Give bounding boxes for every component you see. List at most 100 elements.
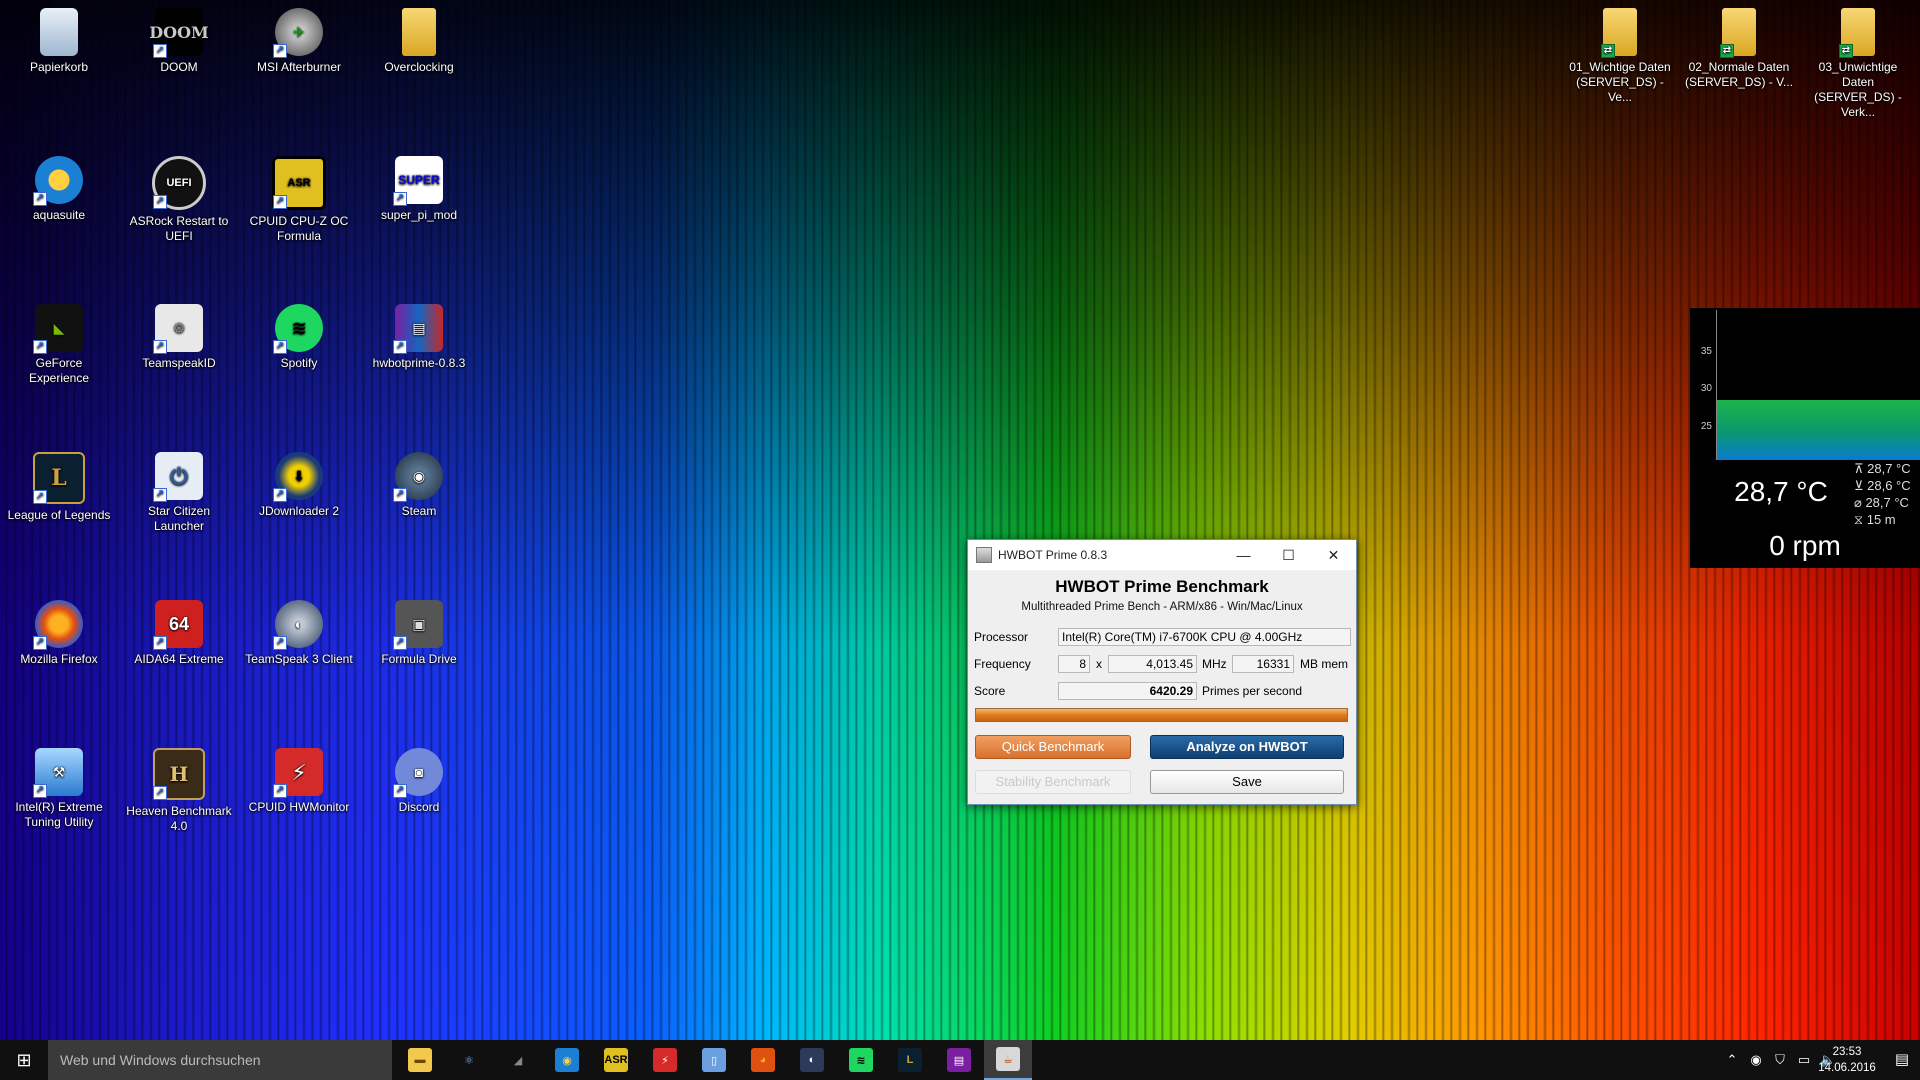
taskbar-app[interactable]: ☕ (984, 1040, 1032, 1080)
analyze-on-hwbot-button[interactable]: Analyze on HWBOT (1150, 735, 1344, 759)
desktop-icon[interactable]: ⚙ ↗ TeamspeakID (124, 298, 234, 371)
desktop-icon-label: TeamSpeak 3 Client (245, 652, 353, 666)
shortcut-arrow-icon: ↗ (153, 488, 167, 502)
desktop-icon-label: JDownloader 2 (258, 504, 340, 518)
shield-tray-icon[interactable]: ⛉ (1768, 1040, 1792, 1080)
desktop-icon[interactable]: SUPER ↗ super_pi_mod (364, 150, 474, 223)
network-folder-icon: ⇄ (1839, 8, 1875, 58)
chevron-up-icon[interactable]: ⌃ (1720, 1040, 1744, 1080)
processor-field[interactable]: Intel(R) Core(TM) i7-6700K CPU @ 4.00GHz (1058, 628, 1351, 646)
desktop-icon-label: Formula Drive (381, 652, 457, 666)
shortcut-arrow-icon: ↗ (33, 340, 47, 354)
minimize-button[interactable]: — (1221, 540, 1266, 570)
asrock-uefi-icon: UEFI ↗ (152, 156, 206, 210)
shortcut-arrow-icon: ↗ (393, 488, 407, 502)
desktop-icon-label: CPUID HWMonitor (248, 800, 350, 814)
desktop-icon[interactable]: ⚡ ↗ CPUID HWMonitor (244, 742, 354, 815)
quick-benchmark-button[interactable]: Quick Benchmark (975, 735, 1131, 759)
desktop-icon[interactable]: ↗ Mozilla Firefox (4, 594, 114, 667)
taskbar: ⊞ Web und Windows durchsuchen ▬ ⚛ ◢ ◉ ASR ⚡ ▯ ◕… (0, 1040, 1920, 1080)
taskbar-app[interactable]: ≋ (837, 1040, 885, 1080)
desktop-icon[interactable]: ⏻ ↗ Star Citizen Launcher (124, 446, 234, 534)
save-button[interactable]: Save (1150, 770, 1344, 794)
desktop-icon-label: Star Citizen Launcher (147, 504, 211, 533)
shortcut-arrow-icon: ↗ (273, 488, 287, 502)
taskbar-app[interactable]: ⚡ (641, 1040, 689, 1080)
network-icon: ⚛ (464, 1054, 474, 1067)
desktop-icon[interactable]: Papierkorb (4, 2, 114, 75)
score-label: Score (974, 684, 1006, 698)
desktop-icon[interactable]: Overclocking (364, 2, 474, 75)
desktop-icon[interactable]: UEFI ↗ ASRock Restart to UEFI (124, 150, 234, 244)
stat-min: ⊻ 28,6 °C (1854, 478, 1911, 493)
action-center-icon[interactable]: ▤ (1884, 1040, 1920, 1080)
chart-tick: 30 (1700, 383, 1712, 394)
desktop-icon[interactable]: L ↗ League of Legends (4, 446, 114, 523)
taskbar-app[interactable]: ◉ (543, 1040, 591, 1080)
taskbar-app[interactable]: ASR (592, 1040, 640, 1080)
taskbar-app[interactable]: ◢ (494, 1040, 542, 1080)
taskbar-app[interactable]: ▬ (396, 1040, 444, 1080)
shortcut-arrow-icon: ↗ (153, 636, 167, 650)
score-field[interactable]: 6420.29 (1058, 682, 1197, 700)
desktop-icon[interactable]: ◉ ↗ Steam (364, 446, 474, 519)
desktop-icon-label: Heaven Benchmark 4.0 (126, 804, 232, 833)
shortcut-arrow-icon: ↗ (393, 340, 407, 354)
desktop-icon-label: 03_Unwichtige Daten (SERVER_DS) - Verk..… (1814, 60, 1902, 119)
temperature-chart-fill (1717, 400, 1920, 460)
temperature-widget: 35 30 25 28,7 °C ⊼ 28,7 °C ⊻ 28,6 °C ⌀ 2… (1690, 308, 1920, 568)
desktop-icon[interactable]: ⇄ 02_Normale Daten (SERVER_DS) - V... (1684, 2, 1794, 90)
memory-field[interactable]: 16331 (1232, 655, 1294, 673)
desktop-icon-label: TeamspeakID (142, 356, 216, 370)
desktop-icon-label: 02_Normale Daten (SERVER_DS) - V... (1684, 60, 1794, 89)
desktop-icon[interactable]: ⇄ 01_Wichtige Daten (SERVER_DS) - Ve... (1565, 2, 1675, 105)
desktop-icon[interactable]: ⇄ 03_Unwichtige Daten (SERVER_DS) - Verk.… (1803, 2, 1913, 120)
cores-field[interactable]: 8 (1058, 655, 1090, 673)
teamspeak-icon: ◐ ↗ (273, 600, 323, 650)
frequency-label: Frequency (974, 657, 1031, 671)
close-button[interactable]: ✕ (1311, 540, 1356, 570)
desktop-icon-label: 01_Wichtige Daten (SERVER_DS) - Ve... (1569, 60, 1671, 104)
taskbar-app[interactable]: ◐ (788, 1040, 836, 1080)
times-sign: x (1096, 657, 1102, 671)
shortcut-arrow-icon: ↗ (273, 195, 287, 209)
maximize-button[interactable]: ☐ (1266, 540, 1311, 570)
teamspeak-icon: ◐ (800, 1048, 824, 1072)
desktop-icon[interactable]: ◣ ↗ GeForce Experience (4, 298, 114, 386)
benchmark-progress-bar (975, 708, 1348, 722)
desktop-icon[interactable]: ⚒ ↗ Intel(R) Extreme Tuning Utility (4, 742, 114, 830)
mhz-field[interactable]: 4,013.45 (1108, 655, 1197, 673)
shortcut-arrow-icon: ↗ (33, 490, 47, 504)
stability-benchmark-button: Stability Benchmark (975, 770, 1131, 794)
heaven-icon: H ↗ (153, 748, 205, 800)
taskbar-app[interactable]: ▤ (935, 1040, 983, 1080)
desktop-icon[interactable]: H ↗ Heaven Benchmark 4.0 (124, 742, 234, 834)
temperature-chart (1716, 310, 1920, 460)
network-drive-icon: ⇄ (1601, 44, 1615, 58)
window-titlebar[interactable]: HWBOT Prime 0.8.3 — ☐ ✕ (968, 540, 1356, 570)
desktop-icon-label: Intel(R) Extreme Tuning Utility (15, 800, 103, 829)
taskbar-app[interactable]: ⚛ (445, 1040, 493, 1080)
progress-fill (976, 709, 1347, 721)
desktop-icon[interactable]: ▤ ↗ hwbotprime-0.8.3 (364, 298, 474, 371)
desktop-icon[interactable]: ◙ ↗ Discord (364, 742, 474, 815)
clock[interactable]: 23:53 14.06.2016 (1812, 1044, 1882, 1076)
firefox-icon: ↗ (33, 600, 83, 650)
desktop-icon[interactable]: ↗ aquasuite (4, 150, 114, 223)
start-button[interactable]: ⊞ (0, 1040, 48, 1080)
taskbar-app[interactable]: ▯ (690, 1040, 738, 1080)
shortcut-arrow-icon: ↗ (273, 44, 287, 58)
aquasuite-tray-icon[interactable]: ◉ (1744, 1040, 1768, 1080)
desktop-icon[interactable]: ▣ ↗ Formula Drive (364, 594, 474, 667)
taskbar-app[interactable]: ◕ (739, 1040, 787, 1080)
winrar-archive-icon: ▤ ↗ (393, 304, 443, 354)
search-box[interactable]: Web und Windows durchsuchen (48, 1040, 392, 1080)
desktop-icon[interactable]: ✈ ↗ MSI Afterburner (244, 2, 354, 75)
desktop-icon[interactable]: DOOM ↗ DOOM (124, 2, 234, 75)
desktop-icon[interactable]: ASR ↗ CPUID CPU-Z OC Formula (244, 150, 354, 244)
desktop-icon[interactable]: ≋ ↗ Spotify (244, 298, 354, 371)
desktop-icon[interactable]: ⬇ ↗ JDownloader 2 (244, 446, 354, 519)
desktop-icon[interactable]: ◐ ↗ TeamSpeak 3 Client (244, 594, 354, 667)
taskbar-app[interactable]: L (886, 1040, 934, 1080)
desktop-icon[interactable]: 64 ↗ AIDA64 Extreme (124, 594, 234, 667)
